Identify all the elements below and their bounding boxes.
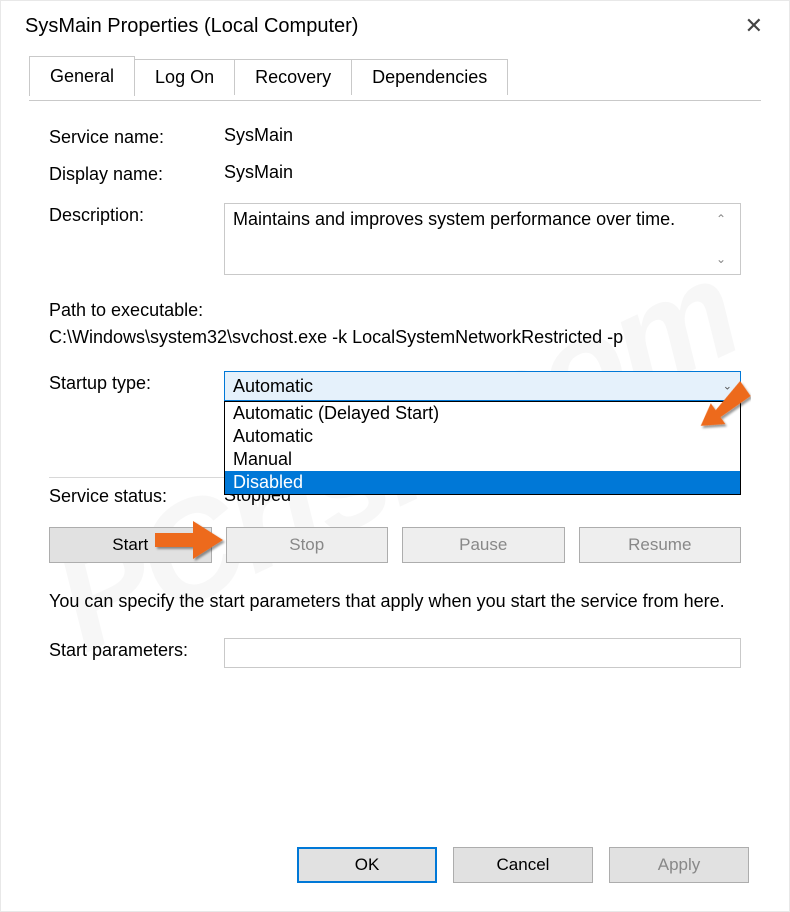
startup-type-dropdown-list: Automatic (Delayed Start) Automatic Manu… <box>224 401 741 495</box>
chevron-down-icon: ⌄ <box>723 380 732 393</box>
label-start-parameters: Start parameters: <box>49 638 224 661</box>
cancel-button[interactable]: Cancel <box>453 847 593 883</box>
scroll-up-icon[interactable]: ⌃ <box>716 212 726 226</box>
label-service-name: Service name: <box>49 125 224 148</box>
tab-general[interactable]: General <box>29 56 135 96</box>
label-display-name: Display name: <box>49 162 224 185</box>
startup-type-selected: Automatic <box>233 376 313 397</box>
apply-button: Apply <box>609 847 749 883</box>
scroll-down-icon[interactable]: ⌄ <box>716 252 726 266</box>
pause-button: Pause <box>402 527 565 563</box>
startup-option-manual[interactable]: Manual <box>225 448 740 471</box>
description-scroll[interactable]: ⌃ ⌄ <box>710 208 732 270</box>
value-display-name: SysMain <box>224 162 741 183</box>
label-path: Path to executable: <box>49 297 741 324</box>
close-icon[interactable]: ✕ <box>739 13 769 39</box>
hint-text: You can specify the start parameters tha… <box>49 589 741 614</box>
startup-option-disabled[interactable]: Disabled <box>225 471 740 494</box>
tabs-row: General Log On Recovery Dependencies <box>1 55 789 95</box>
value-path: C:\Windows\system32\svchost.exe -k Local… <box>49 324 741 351</box>
label-description: Description: <box>49 203 224 226</box>
description-box: Maintains and improves system performanc… <box>224 203 741 275</box>
startup-option-automatic[interactable]: Automatic <box>225 425 740 448</box>
description-text: Maintains and improves system performanc… <box>233 208 710 270</box>
start-button[interactable]: Start <box>49 527 212 563</box>
tab-recovery[interactable]: Recovery <box>234 59 352 95</box>
value-service-name: SysMain <box>224 125 741 146</box>
start-parameters-input <box>224 638 741 668</box>
label-startup-type: Startup type: <box>49 371 224 394</box>
tab-underline <box>29 100 761 101</box>
label-service-status: Service status: <box>49 484 224 507</box>
tab-logon[interactable]: Log On <box>134 59 235 95</box>
ok-button[interactable]: OK <box>297 847 437 883</box>
startup-option-delayed[interactable]: Automatic (Delayed Start) <box>225 402 740 425</box>
tab-panel-general: Service name: SysMain Display name: SysM… <box>1 95 789 702</box>
titlebar: SysMain Properties (Local Computer) ✕ <box>1 1 789 55</box>
stop-button: Stop <box>226 527 389 563</box>
resume-button: Resume <box>579 527 742 563</box>
dialog-button-row: OK Cancel Apply <box>297 847 749 883</box>
startup-type-combobox[interactable]: Automatic ⌄ Automatic (Delayed Start) Au… <box>224 371 741 401</box>
window-title: SysMain Properties (Local Computer) <box>25 15 358 38</box>
tab-dependencies[interactable]: Dependencies <box>351 59 508 95</box>
